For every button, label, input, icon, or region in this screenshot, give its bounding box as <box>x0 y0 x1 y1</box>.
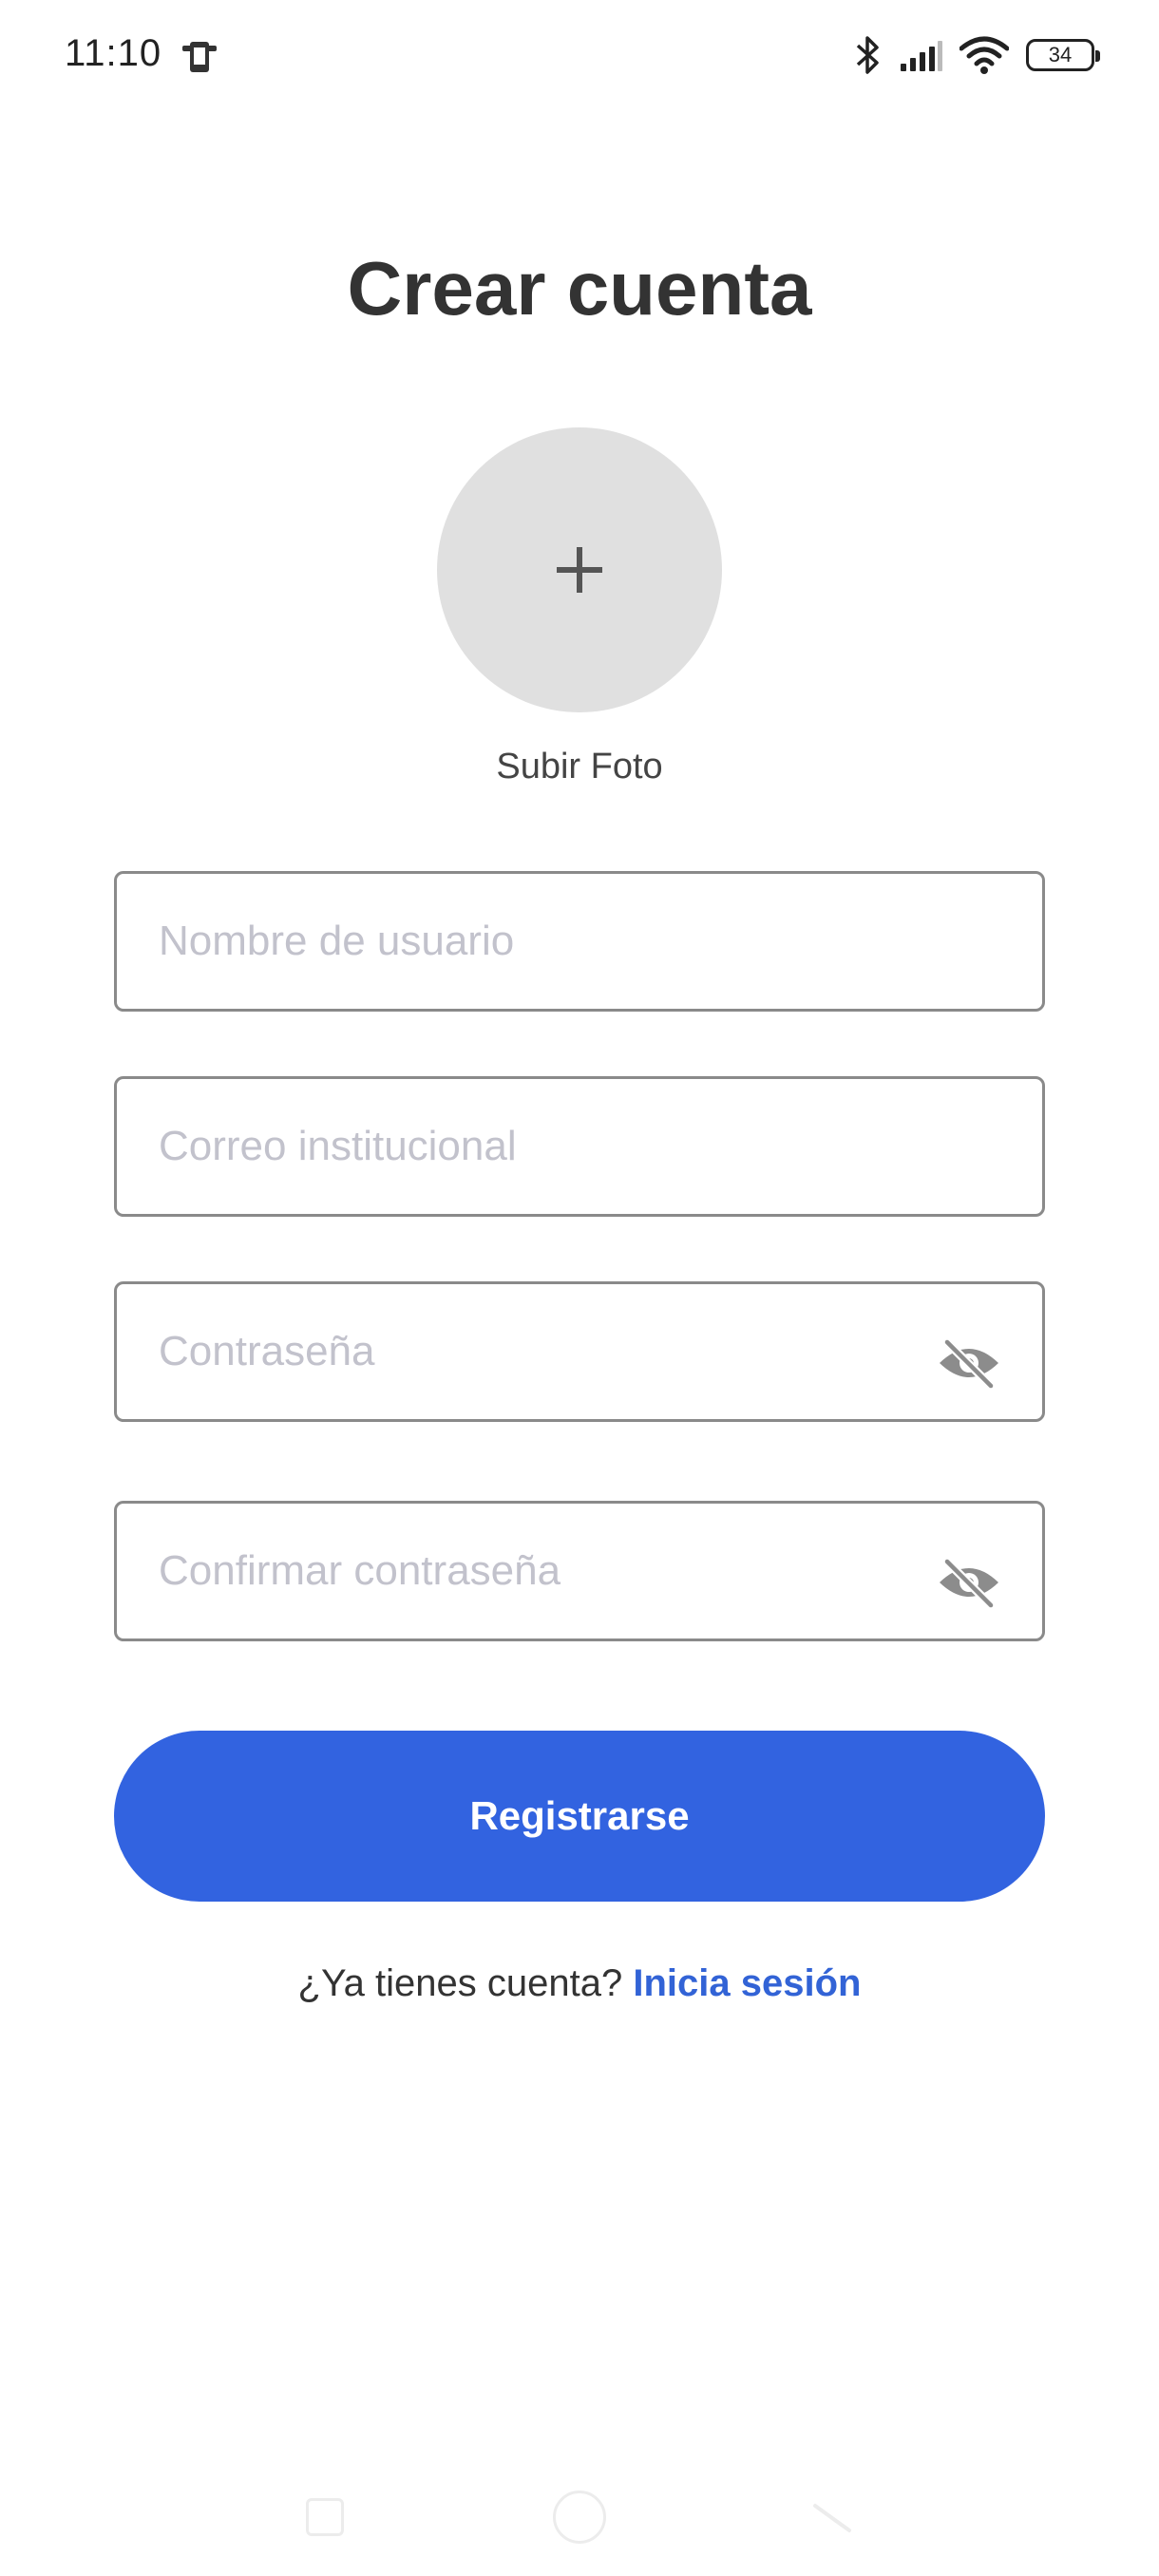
password-input[interactable] <box>159 1284 938 1419</box>
username-field <box>114 871 1045 1012</box>
back-icon[interactable] <box>809 2494 857 2542</box>
status-bar: 11:10 34 <box>0 0 1159 114</box>
notification-phone-icon <box>180 38 218 76</box>
home-icon[interactable] <box>553 2491 606 2544</box>
upload-photo-label: Subir Foto <box>496 747 663 786</box>
eye-off-icon[interactable] <box>936 1336 1002 1391</box>
bluetooth-icon <box>853 34 882 76</box>
login-prompt-text: ¿Ya tienes cuenta? <box>297 1962 634 2004</box>
confirm-password-input[interactable] <box>159 1504 938 1638</box>
password-field <box>114 1281 1045 1422</box>
recents-icon[interactable] <box>306 2498 344 2536</box>
register-button[interactable]: Registrarse <box>114 1731 1045 1902</box>
navigation-bar <box>0 2470 1159 2576</box>
battery-icon: 34 <box>1026 39 1100 71</box>
username-input[interactable] <box>159 874 938 1009</box>
upload-photo-button[interactable] <box>437 427 722 712</box>
plus-icon <box>557 547 602 593</box>
status-icons: 34 <box>853 28 1100 82</box>
signal-icon <box>899 39 942 71</box>
login-link[interactable]: Inicia sesión <box>633 1962 861 2004</box>
confirm-password-field <box>114 1501 1045 1641</box>
wifi-icon <box>960 35 1009 75</box>
email-input[interactable] <box>159 1079 938 1214</box>
eye-off-icon[interactable] <box>936 1556 1002 1610</box>
login-prompt: ¿Ya tienes cuenta? Inicia sesión <box>0 1962 1159 2005</box>
status-time: 11:10 <box>65 32 162 74</box>
page-title: Crear cuenta <box>347 246 812 331</box>
email-field <box>114 1076 1045 1217</box>
battery-level: 34 <box>1048 43 1073 66</box>
